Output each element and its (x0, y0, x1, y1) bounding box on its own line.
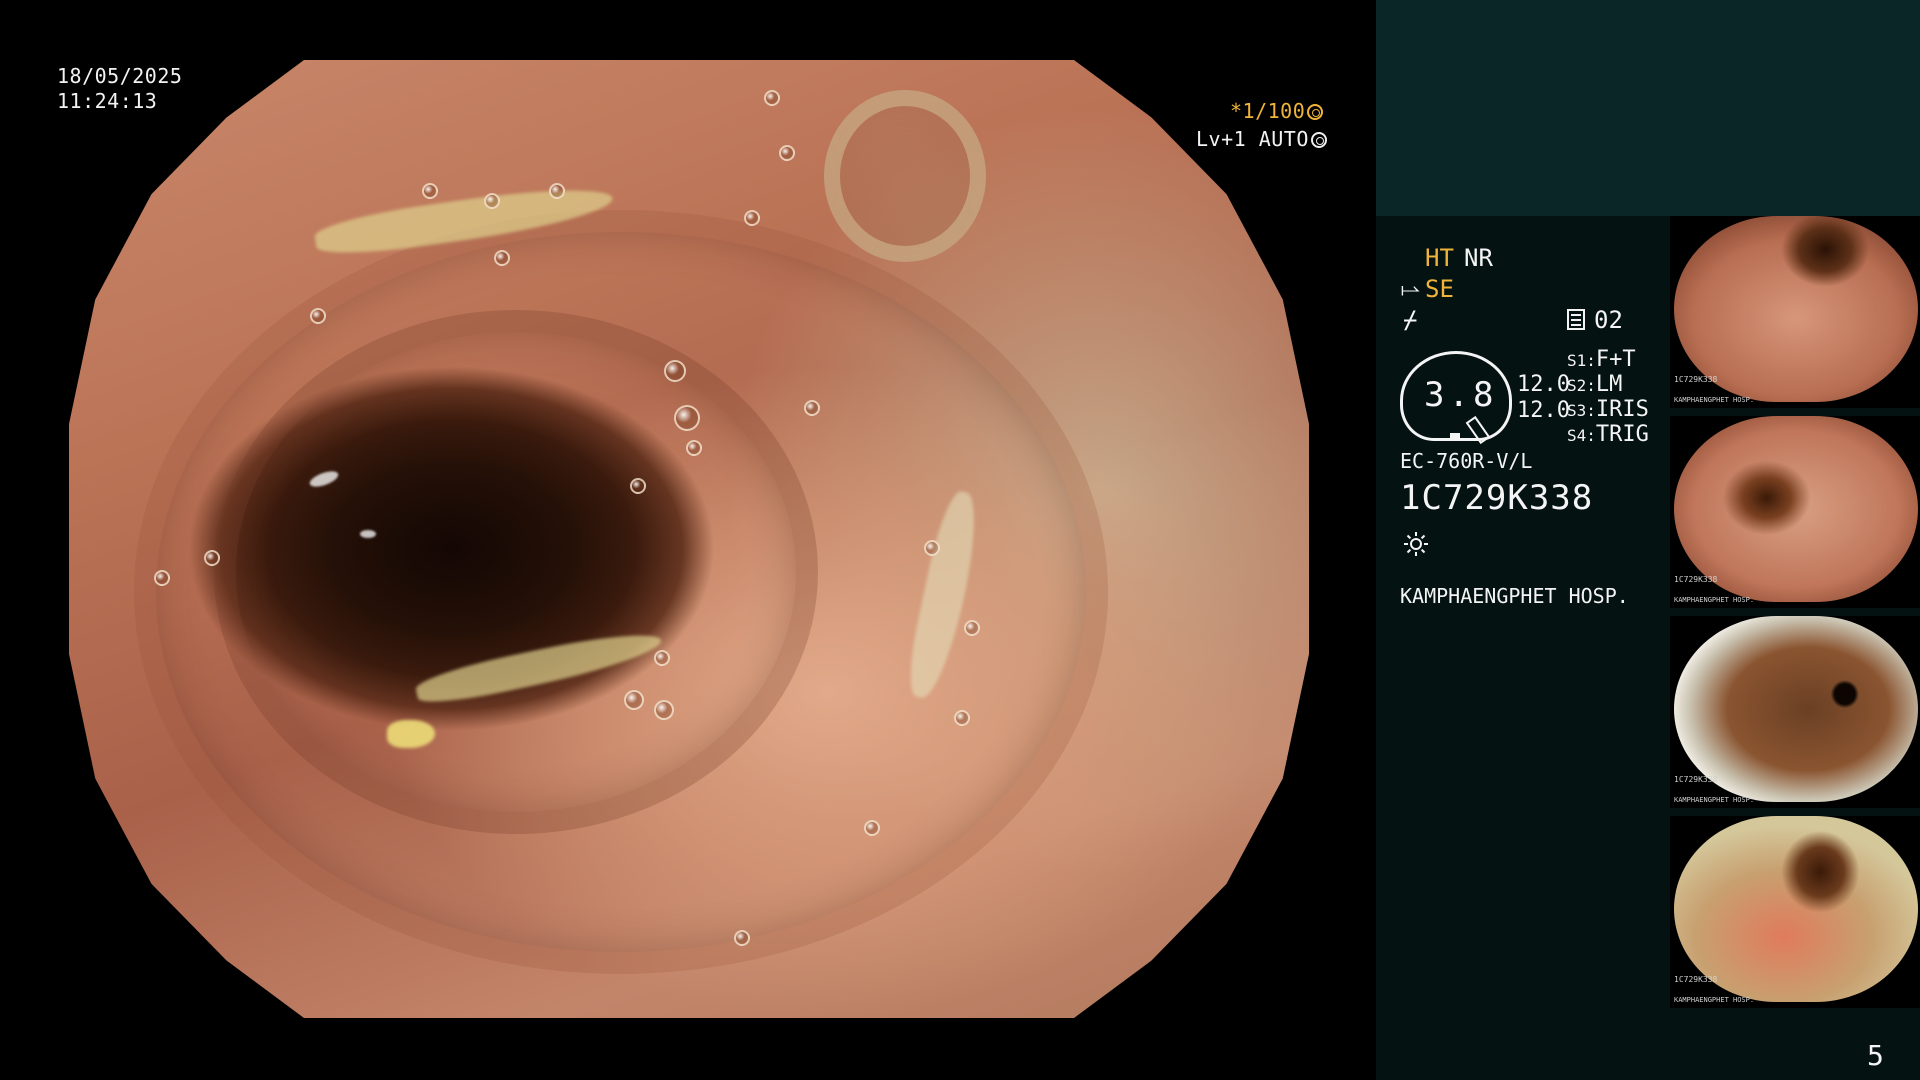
hospital-name: KAMPHAENGPHET HOSP. (1400, 584, 1629, 608)
memory-card-icon (1567, 309, 1585, 330)
bubble (494, 250, 510, 266)
zoom-dial-value: 3.8 (1424, 375, 1498, 415)
bubble (654, 700, 674, 720)
endoscope-live-view: 18/05/2025 11:24:13 *1/100 Lv+1 AUTO (0, 0, 1376, 1080)
filter-icon: ⌿ (1403, 306, 1418, 334)
thumbnail-serial: 1C729K338 (1674, 775, 1718, 784)
bubble (624, 690, 644, 710)
captured-thumbnail-4[interactable]: 1C729K338 KAMPHAENGPHET HOSP. (1670, 816, 1920, 1008)
bubble (804, 400, 820, 416)
bubble (734, 930, 750, 946)
thumbnail-serial: 1C729K338 (1674, 575, 1718, 584)
light-reflection (360, 530, 376, 538)
bubble (549, 183, 565, 199)
endoscopy-screen: 18/05/2025 11:24:13 *1/100 Lv+1 AUTO HT … (0, 0, 1920, 1080)
bubble (686, 440, 702, 456)
captured-thumbnail-2[interactable]: 1C729K338 KAMPHAENGPHET HOSP. (1670, 416, 1920, 608)
light-source-icon (1404, 532, 1428, 556)
bubble (154, 570, 170, 586)
nr-indicator: NR (1464, 244, 1493, 272)
bubble (864, 820, 880, 836)
scope-serial: 1C729K338 (1400, 478, 1594, 518)
exposure-value: Lv+1 AUTO (1196, 127, 1309, 151)
bubble (964, 620, 980, 636)
bubble-ring (824, 90, 986, 262)
se-indicator: SE (1425, 275, 1454, 303)
switch-s1: S1:F+T (1567, 347, 1636, 372)
exposure-readout: Lv+1 AUTO (1196, 127, 1327, 151)
bubble (674, 405, 700, 431)
shutter-value: *1/100 (1230, 99, 1306, 123)
ht-indicator: HT (1425, 244, 1454, 272)
thumbnail-hospital: KAMPHAENGPHET HOSP. (1674, 596, 1755, 604)
bubble (484, 193, 500, 209)
switch-value: F+T (1595, 347, 1636, 372)
bubble (954, 710, 970, 726)
bubble (654, 650, 670, 666)
parameter-value-2: 12.0 (1517, 398, 1570, 423)
shutter-readout: *1/100 (1230, 99, 1324, 123)
page-number: 5 (1867, 1039, 1884, 1072)
memory-count: 02 (1594, 306, 1623, 334)
bubble (924, 540, 940, 556)
bubble (310, 308, 326, 324)
bubble (664, 360, 686, 382)
switch-s2: S2:LM (1567, 372, 1622, 397)
dial-marker-icon (1450, 433, 1460, 441)
switch-key: S3: (1567, 401, 1596, 420)
exam-date: 18/05/2025 (57, 64, 183, 88)
bubble (422, 183, 438, 199)
light-core (1410, 538, 1422, 550)
switch-key: S4: (1567, 426, 1596, 445)
thumbnail-serial: 1C729K338 (1674, 375, 1718, 384)
switch-key: S1: (1567, 351, 1596, 370)
thumbnail-serial: 1C729K338 (1674, 975, 1718, 984)
bubble (764, 90, 780, 106)
bubble (779, 145, 795, 161)
shutter-icon (1307, 104, 1324, 120)
switch-s3: S3:IRIS (1567, 397, 1649, 422)
structure-enhance-icon: ⥛ (1401, 275, 1421, 303)
mucosal-fold (214, 310, 818, 834)
thumbnail-hospital: KAMPHAENGPHET HOSP. (1674, 996, 1755, 1004)
info-panel-header (1376, 0, 1920, 216)
thumbnail-hospital: KAMPHAENGPHET HOSP. (1674, 796, 1755, 804)
captured-thumbnail-3[interactable]: 1C729K338 KAMPHAENGPHET HOSP. (1670, 616, 1920, 808)
exam-time: 11:24:13 (57, 89, 158, 113)
thumbnail-hospital: KAMPHAENGPHET HOSP. (1674, 396, 1755, 404)
switch-s4: S4:TRIG (1567, 422, 1649, 447)
bubble (744, 210, 760, 226)
switch-key: S2: (1567, 376, 1596, 395)
colon-lumen-image (69, 60, 1309, 1018)
scope-model: EC-760R-V/L (1400, 449, 1533, 473)
bubble (204, 550, 220, 566)
switch-value: TRIG (1595, 422, 1649, 447)
captured-thumbnail-1[interactable]: 1C729K338 KAMPHAENGPHET HOSP. (1670, 216, 1920, 408)
switch-value: LM (1595, 372, 1623, 397)
iris-icon (1310, 132, 1327, 148)
bubble (630, 478, 646, 494)
switch-value: IRIS (1595, 397, 1649, 422)
parameter-value-1: 12.0 (1517, 372, 1570, 397)
